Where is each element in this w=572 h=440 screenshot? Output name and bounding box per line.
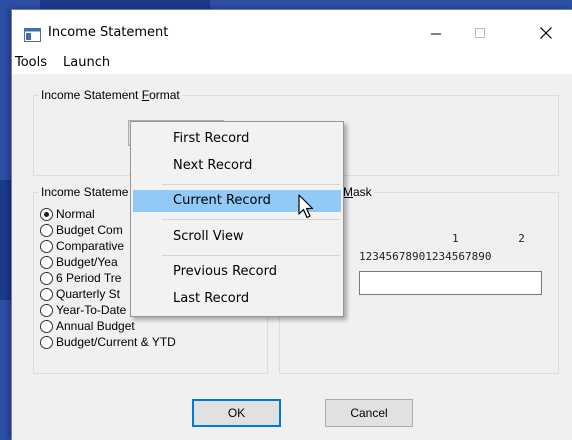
radio-button[interactable] xyxy=(40,255,53,269)
maximize-icon xyxy=(475,28,485,38)
statement-type-group-label: Income Stateme xyxy=(39,185,131,199)
window-title: Income Statement xyxy=(48,25,169,40)
ok-button[interactable]: OK xyxy=(192,399,281,427)
radio-normal[interactable]: Normal xyxy=(40,206,95,222)
radio-label: Budget/Current & YTD xyxy=(56,335,176,349)
radio-button[interactable] xyxy=(40,239,53,253)
menu-tools[interactable]: Tools xyxy=(15,55,47,70)
radio-button[interactable] xyxy=(40,303,53,317)
cancel-button[interactable]: Cancel xyxy=(325,399,413,427)
radio-label: Budget Com xyxy=(56,223,123,237)
close-icon xyxy=(540,27,552,39)
menu-separator xyxy=(162,184,340,185)
menu-item-scroll-view[interactable]: Scroll View xyxy=(133,226,341,248)
menu-launch[interactable]: Launch xyxy=(63,55,110,70)
mask-ruler-units: 12345678901234567890 xyxy=(359,250,492,263)
menu-bar: Tools Launch xyxy=(12,52,572,74)
radio-button[interactable] xyxy=(40,271,53,285)
mask-input[interactable] xyxy=(359,271,542,295)
maximize-button[interactable] xyxy=(458,18,502,48)
minimize-icon xyxy=(431,33,441,35)
menu-item-previous-record[interactable]: Previous Record xyxy=(133,261,341,283)
app-window-icon xyxy=(24,28,41,42)
mouse-pointer-icon xyxy=(298,194,314,219)
radio-label: Annual Budget xyxy=(56,319,135,333)
radio-button[interactable] xyxy=(40,335,53,349)
radio-selected-dot xyxy=(44,211,49,217)
close-button[interactable] xyxy=(524,18,568,48)
format-group-label: Income Statement Format xyxy=(39,88,182,102)
radio-budget-year[interactable]: Budget/Yea xyxy=(40,254,118,270)
background-window-edge xyxy=(40,0,210,9)
radio-label: Budget/Yea xyxy=(56,255,118,269)
menu-item-first-record[interactable]: First Record xyxy=(133,128,341,150)
radio-quarterly-statement[interactable]: Quarterly St xyxy=(40,286,120,302)
radio-button[interactable] xyxy=(40,223,53,237)
menu-separator xyxy=(162,255,340,256)
radio-button[interactable] xyxy=(40,287,53,301)
radio-6-period-trend[interactable]: 6 Period Tre xyxy=(40,270,121,286)
mask-group-label: Mask xyxy=(343,185,374,199)
radio-budget-comparison[interactable]: Budget Com xyxy=(40,222,123,238)
radio-button[interactable] xyxy=(40,207,53,221)
radio-label: 6 Period Tre xyxy=(56,271,122,285)
radio-label: Quarterly St xyxy=(56,287,121,301)
menu-item-next-record[interactable]: Next Record xyxy=(133,155,341,177)
title-bar[interactable]: Income Statement xyxy=(12,10,572,52)
radio-budget-current-ytd[interactable]: Budget/Current & YTD xyxy=(40,334,176,350)
radio-annual-budget[interactable]: Annual Budget xyxy=(40,318,135,334)
radio-comparative[interactable]: Comparative xyxy=(40,238,124,254)
menu-item-last-record[interactable]: Last Record xyxy=(133,288,341,310)
radio-label: Comparative xyxy=(56,239,125,253)
mask-ruler-tens: 1 2 xyxy=(452,232,525,245)
background-window-edge-left xyxy=(0,180,11,300)
radio-label: Normal xyxy=(56,207,95,221)
radio-button[interactable] xyxy=(40,319,53,333)
minimize-button[interactable] xyxy=(414,18,458,48)
